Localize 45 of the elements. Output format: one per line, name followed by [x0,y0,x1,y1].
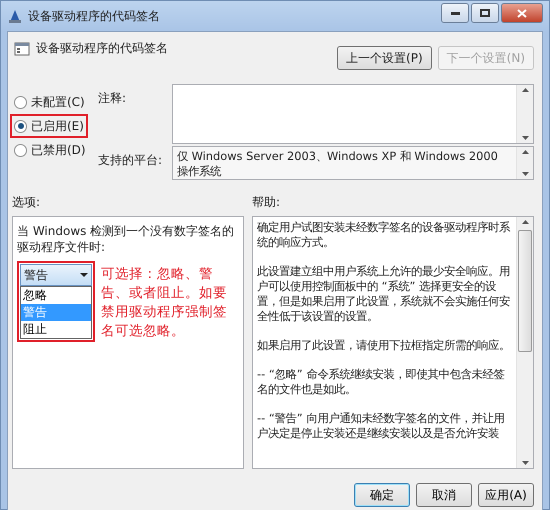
help-paragraph: 此设置建立组中用户系统上允许的最少安全响应。用户可以使用控制面板中的 “系统” 选择更安全的设置，但是如果启用了此设置，系统就不会实施任何安全性低于该设置的设置。 [257,264,511,324]
help-label: 帮助: [252,194,282,211]
radio-icon[interactable] [14,144,27,156]
help-paragraph: 确定用户试图安装未经数字签名的设备驱动程序时系统的响应方式。 [257,220,512,250]
previous-setting-button[interactable]: 上一个设置(P) [337,46,432,70]
scroll-down-icon[interactable] [522,172,528,176]
dialog-button[interactable]: 取消 [416,483,472,507]
state-radio[interactable]: 已启用(E) [12,116,86,136]
annotation-note: 可选择：忽略、警告、或者阻止。如要禁用驱动程序强制签名可选忽略。 [100,265,228,341]
policy-icon [14,41,30,57]
caret-icon [80,273,88,277]
comment-label: 注释: [98,90,128,107]
state-radio[interactable]: 未配置(C) [12,92,87,112]
radio-icon[interactable] [14,120,27,132]
close-icon [517,8,527,18]
maximize-icon [480,9,490,17]
minimize-button[interactable] [441,3,469,23]
scroll-up-icon[interactable] [522,150,528,154]
options-label: 选项: [12,194,42,211]
maximize-button[interactable] [471,3,499,23]
scrollbar[interactable] [516,147,533,179]
radio-icon[interactable] [14,96,27,108]
help-paragraph: -- “警告” 向用户通知未经数字签名的文件，并让用户决定是停止安装还是继续安装以及是否允许安装 [257,411,506,441]
comment-field[interactable] [172,84,534,144]
close-button[interactable] [501,3,543,23]
minimize-icon [450,12,460,14]
response-dropdown[interactable]: 警告 [20,264,92,286]
scroll-up-icon[interactable] [522,88,528,92]
options-prompt: 当 Windows 检测到一个没有数字签名的驱动程序文件时: [17,223,236,255]
scroll-thumb[interactable] [518,230,532,352]
scroll-down-icon[interactable] [522,136,528,140]
window-title: 设备驱动程序的代码签名 [28,8,161,24]
help-paragraph: 如果启用了此设置，请使用下拉框指定所需的响应。 [257,338,511,353]
setting-title: 设备驱动程序的代码签名 [36,40,169,57]
driver-icon [7,8,23,24]
platform-field: 仅 Windows Server 2003、Windows XP 和 Windows 2000 操作系统 [172,146,534,180]
scroll-down-icon[interactable] [522,461,528,465]
help-paragraph: -- “忽略” 命令系统继续安装，即使其中包含未经签名的文件也是如此。 [257,367,506,397]
scroll-up-icon[interactable] [522,220,528,224]
dialog-button[interactable]: 应用(A) [478,483,534,507]
dialog-button[interactable]: 确定 [354,483,410,507]
platform-label: 支持的平台: [98,152,164,169]
state-radio[interactable]: 已禁用(D) [12,140,88,160]
scrollbar[interactable] [516,85,533,143]
scrollbar[interactable] [516,217,533,468]
